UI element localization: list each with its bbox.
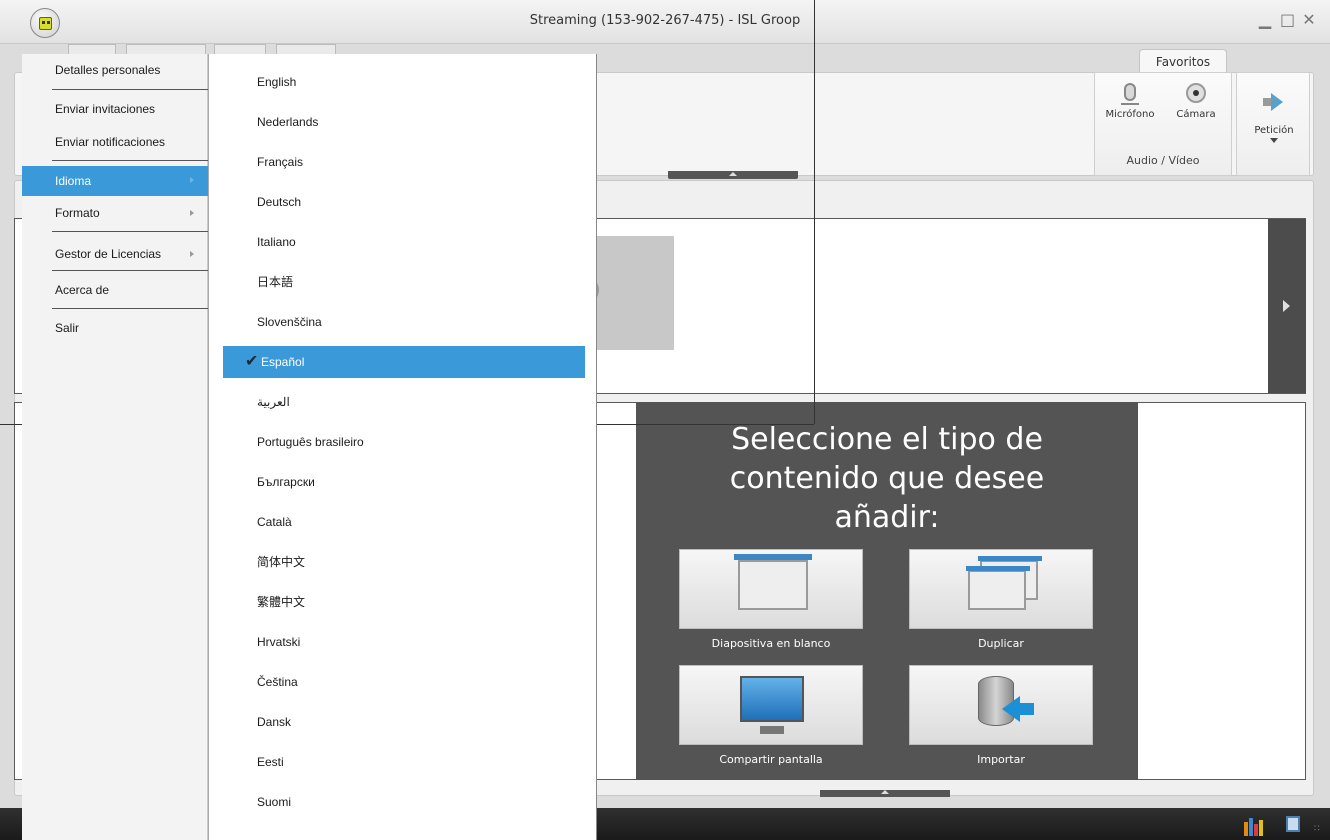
window-controls: ▁ □ ✕	[1258, 10, 1316, 29]
resize-grip-icon[interactable]: ∷	[1314, 824, 1324, 834]
menu-item-label: Enviar invitaciones	[55, 102, 156, 116]
chevron-right-icon	[190, 210, 194, 216]
menu-item-send-invitations[interactable]: Enviar invitaciones	[22, 95, 208, 123]
share-screen-label: Compartir pantalla	[719, 753, 823, 766]
minimize-icon[interactable]: ▁	[1258, 10, 1272, 29]
language-item-dutch[interactable]: Nederlands	[223, 106, 585, 138]
import-label: Importar	[977, 753, 1025, 766]
language-item-czech[interactable]: Čeština	[223, 666, 585, 698]
language-item-catalan[interactable]: Català	[223, 506, 585, 538]
bar-chart-tray-icon[interactable]	[1244, 816, 1264, 836]
language-item-chinese-simplified[interactable]: 简体中文	[223, 546, 585, 578]
menu-item-label: Acerca de	[55, 283, 110, 297]
language-item-french[interactable]: Français	[223, 146, 585, 178]
menu-item-label: Salir	[55, 321, 80, 335]
microphone-label: Micrófono	[1105, 109, 1155, 120]
camera-label: Cámara	[1176, 109, 1216, 120]
language-item-german[interactable]: Deutsch	[223, 186, 585, 218]
request-group: Petición	[1236, 72, 1310, 176]
menu-item-label: Formato	[55, 206, 100, 220]
language-item-slovenian[interactable]: Slovenščina	[223, 306, 585, 338]
duplicate-label: Duplicar	[978, 637, 1024, 650]
language-item-portuguese-br[interactable]: Português brasileiro	[223, 426, 585, 458]
share-screen-button[interactable]: Compartir pantalla	[679, 665, 863, 766]
audio-video-group: Micrófono Cámara Audio / Vídeo	[1094, 72, 1232, 176]
menu-item-exit[interactable]: Salir	[22, 314, 208, 342]
blank-slide-icon	[734, 554, 812, 610]
language-item-spanish[interactable]: ✔ Español	[223, 346, 585, 378]
menu-item-label: Enviar notificaciones	[55, 135, 166, 149]
maximize-icon[interactable]: □	[1280, 10, 1295, 29]
menu-item-label: Detalles personales	[55, 63, 161, 77]
microphone-button[interactable]: Micrófono	[1099, 83, 1161, 120]
title-bar: Streaming (153-902-267-475) - ISL Groop …	[0, 0, 1330, 44]
menu-item-send-notifications[interactable]: Enviar notificaciones	[22, 128, 208, 156]
menu-item-about[interactable]: Acerca de	[22, 276, 208, 304]
language-item-label: Español	[261, 355, 305, 369]
language-item-arabic[interactable]: العربية	[223, 386, 585, 418]
camera-icon	[1186, 83, 1206, 103]
tab-favoritos[interactable]: Favoritos	[1139, 49, 1227, 74]
blank-slide-button[interactable]: Diapositiva en blanco	[679, 549, 863, 650]
blank-slide-label: Diapositiva en blanco	[711, 637, 831, 650]
request-label: Petición	[1254, 125, 1294, 136]
content-type-panel: Seleccione el tipo de contenido que dese…	[636, 402, 1138, 780]
menu-item-label: Gestor de Licencias	[55, 247, 162, 261]
menu-item-label: Idioma	[55, 174, 92, 188]
checkmark-icon: ✔	[245, 353, 259, 370]
language-item-english[interactable]: English	[223, 66, 585, 98]
close-icon[interactable]: ✕	[1302, 10, 1316, 29]
chevron-right-icon	[190, 251, 194, 257]
language-item-estonian[interactable]: Eesti	[223, 746, 585, 778]
duplicate-button[interactable]: Duplicar	[909, 549, 1093, 650]
language-item-japanese[interactable]: 日本語	[223, 266, 585, 298]
camera-button[interactable]: Cámara	[1165, 83, 1227, 120]
menu-separator	[52, 231, 228, 232]
microphone-icon	[1121, 83, 1139, 105]
ribbon-tab-stub[interactable]	[214, 44, 266, 54]
language-item-croatian[interactable]: Hrvatski	[223, 626, 585, 658]
ribbon-collapse-handle[interactable]	[668, 171, 798, 179]
language-item-danish[interactable]: Dansk	[223, 706, 585, 738]
group-label: Audio / Vídeo	[1126, 154, 1200, 167]
menu-separator	[52, 308, 228, 309]
request-button[interactable]: Petición	[1237, 93, 1311, 143]
ribbon-tab-stub[interactable]	[276, 44, 336, 54]
menu-item-personal-details[interactable]: Detalles personales	[22, 56, 208, 84]
menu-item-license-manager[interactable]: Gestor de Licencias	[22, 240, 208, 268]
menu-item-language[interactable]: Idioma	[22, 166, 208, 196]
menu-separator	[52, 270, 228, 271]
menu-separator	[52, 160, 228, 161]
window-tray-icon[interactable]	[1286, 816, 1300, 832]
language-item-bulgarian[interactable]: Български	[223, 466, 585, 498]
panel-title: Seleccione el tipo de contenido que dese…	[729, 422, 1045, 535]
crosshair-vertical-line	[814, 0, 815, 424]
menu-separator	[52, 89, 228, 90]
monitor-icon	[740, 676, 804, 734]
language-item-italian[interactable]: Italiano	[223, 226, 585, 258]
chevron-right-icon	[190, 177, 194, 183]
chevron-down-icon	[1270, 138, 1278, 143]
menu-item-format[interactable]: Formato	[22, 199, 208, 227]
strip-next-button[interactable]	[1268, 219, 1306, 393]
editor-collapse-handle[interactable]	[820, 790, 950, 797]
language-item-finnish[interactable]: Suomi	[223, 786, 585, 818]
slide-thumbnail[interactable]	[590, 236, 674, 350]
window-title: Streaming (153-902-267-475) - ISL Groop	[529, 13, 801, 28]
language-item-chinese-traditional[interactable]: 繁體中文	[223, 586, 585, 618]
import-button[interactable]: Importar	[909, 665, 1093, 766]
app-main-menu: Detalles personales Enviar invitaciones …	[22, 54, 228, 840]
ribbon-tab-stub[interactable]	[68, 44, 116, 54]
ribbon-tab-stub[interactable]	[126, 44, 206, 54]
megaphone-icon	[1263, 93, 1285, 111]
language-submenu: English Nederlands Français Deutsch Ital…	[208, 54, 597, 840]
